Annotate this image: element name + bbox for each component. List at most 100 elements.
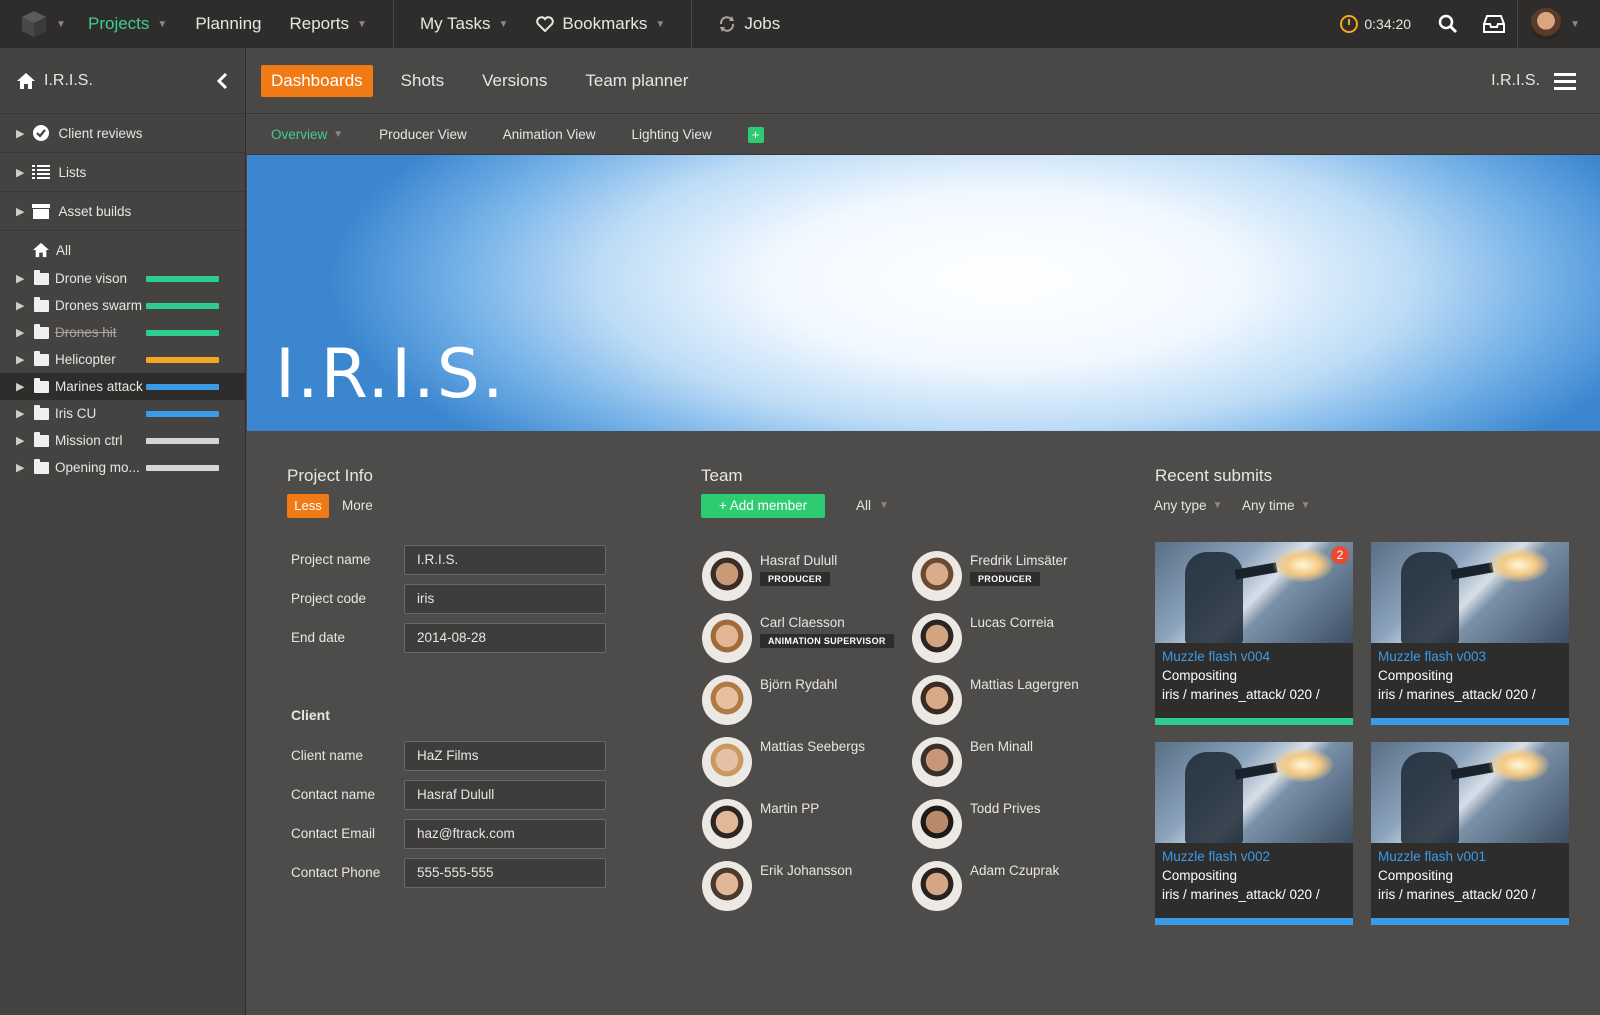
sidebar-tree-item[interactable]: ▶ Drones hit [0,319,245,346]
add-view-button[interactable]: + [747,126,764,143]
member-name: Carl Claesson [760,615,845,630]
tree-root-label: All [56,242,72,258]
team-member[interactable]: Adam Czuprak [912,861,1059,913]
version-task-type: Compositing [1162,668,1238,683]
top-right-tools: 0:34:20 ▼ [1326,0,1600,48]
sidebar-tree-item[interactable]: ▶ Drone vison [0,265,245,292]
recent-submits-title: Recent submits [1155,466,1273,485]
sidebar-tree-item-label: Drone vison [55,271,128,286]
chevron-right-icon: ▶ [16,381,25,393]
hero-project-title: I.R.I.S. [275,335,506,414]
version-thumbnail[interactable] [1371,542,1569,643]
team-member[interactable]: Lucas Correia [912,613,1054,665]
team-member[interactable]: Carl Claesson ANIMATION SUPERVISOR [702,613,894,665]
sidebar-tree-item[interactable]: ▶ Mission ctrl [0,427,245,454]
subtab-animation-view[interactable]: Animation View [503,127,596,142]
sidebar-item-client-reviews[interactable]: ▶ Client reviews [0,114,245,153]
less-button[interactable]: Less [287,494,329,518]
client-field-input[interactable]: HaZ Films [404,741,606,771]
chevron-right-icon: ▶ [16,127,25,140]
nav-jobs[interactable]: Jobs [704,0,794,48]
field-input[interactable]: iris [404,584,606,614]
user-menu[interactable]: ▼ [1517,0,1600,48]
app-logo[interactable]: ▼ [0,0,74,48]
nav-my-tasks[interactable]: My Tasks ▼ [406,0,522,48]
collapse-sidebar-icon[interactable] [215,72,229,90]
version-title-link[interactable]: Muzzle flash v003 [1371,643,1569,664]
sidebar-header: I.R.I.S. [0,48,245,114]
sidebar-tree-item[interactable]: ▶ Iris CU [0,400,245,427]
search-button[interactable] [1425,0,1471,48]
sidebar-tree-item[interactable]: ▶ Opening mo... [0,454,245,481]
team-member[interactable]: Mattias Lagergren [912,675,1079,727]
time-tracker[interactable]: 0:34:20 [1326,15,1425,33]
heart-icon [536,16,555,32]
type-filter-dropdown[interactable]: Any type ▼ [1154,494,1222,518]
folder-icon [34,377,49,393]
member-name: Hasraf Dulull [760,553,838,568]
client-field-input[interactable]: haz@ftrack.com [404,819,606,849]
team-member[interactable]: Ben Minall [912,737,1033,789]
team-member[interactable]: Martin PP [702,799,819,851]
version-title-link[interactable]: Muzzle flash v002 [1155,843,1353,864]
hamburger-menu-icon[interactable] [1554,72,1576,90]
version-card[interactable]: Muzzle flash v002 Compositing iris / marin… [1155,742,1353,925]
sidebar-item-all[interactable]: All [0,235,245,265]
subtab-producer-view[interactable]: Producer View [379,127,467,142]
team-member[interactable]: Mattias Seebergs [702,737,865,789]
version-card[interactable]: 2 Muzzle flash v004 Compositing iris / mari… [1155,542,1353,725]
member-info: Fredrik Limsäter PRODUCER [970,551,1068,603]
version-thumbnail[interactable] [1371,742,1569,843]
version-thumbnail[interactable] [1155,742,1353,843]
nav-bookmarks[interactable]: Bookmarks ▼ [522,0,679,48]
subtab-overview-label: Overview [271,127,328,142]
team-member[interactable]: Fredrik Limsäter PRODUCER [912,551,1068,603]
version-title-link[interactable]: Muzzle flash v004 [1155,643,1353,664]
member-info: Björn Rydahl [760,675,837,727]
version-status-bar [1371,918,1569,925]
home-icon [33,242,49,258]
folder-icon [34,458,49,474]
field-input[interactable]: I.R.I.S. [404,545,606,575]
more-button[interactable]: More [342,494,373,518]
team-member[interactable]: Hasraf Dulull PRODUCER [702,551,837,603]
field-input[interactable]: 2014-08-28 [404,623,606,653]
client-field-input[interactable]: 555-555-555 [404,858,606,888]
inbox-button[interactable] [1471,0,1517,48]
add-member-button[interactable]: + Add member [701,494,825,518]
progress-status-bar [146,275,219,282]
tab-dashboards[interactable]: Dashboards [261,64,373,97]
member-name: Mattias Lagergren [970,677,1079,692]
team-member[interactable]: Björn Rydahl [702,675,837,727]
sidebar-project-title[interactable]: I.R.I.S. [16,72,93,90]
member-info: Lucas Correia [970,613,1054,665]
subtab-overview[interactable]: Overview ▼ [271,127,343,142]
version-card[interactable]: Muzzle flash v001 Compositing iris / marin… [1371,742,1569,925]
version-card[interactable]: Muzzle flash v003 Compositing iris / marin… [1371,542,1569,725]
time-filter-dropdown[interactable]: Any time ▼ [1242,494,1310,518]
tab-versions[interactable]: Versions [472,65,557,97]
chevron-down-icon: ▼ [879,500,889,511]
version-title-link[interactable]: Muzzle flash v001 [1371,843,1569,864]
team-member[interactable]: Erik Johansson [702,861,852,913]
sidebar-item-asset-builds[interactable]: ▶ Asset builds [0,192,245,231]
nav-planning[interactable]: Planning [181,0,275,48]
sidebar-tree-item[interactable]: ▶ Marines attack [0,373,245,400]
sidebar-tree-item[interactable]: ▶ Helicopter [0,346,245,373]
team-member[interactable]: Todd Prives [912,799,1041,851]
nav-projects-label: Projects [88,14,150,33]
nav-reports[interactable]: Reports ▼ [276,0,381,48]
nav-projects[interactable]: Projects ▼ [74,0,181,48]
team-filter-dropdown[interactable]: All ▼ [856,494,889,518]
tab-team-planner[interactable]: Team planner [575,65,698,97]
member-role-badge: ANIMATION SUPERVISOR [760,634,894,648]
tab-shots[interactable]: Shots [391,65,454,97]
sidebar-tree-item[interactable]: ▶ Drones swarm [0,292,245,319]
client-field-input[interactable]: Hasraf Dulull [404,780,606,810]
sidebar-item-lists[interactable]: ▶ Lists [0,153,245,192]
folder-icon [34,323,49,339]
subtab-lighting-view[interactable]: Lighting View [632,127,712,142]
user-avatar [1530,8,1563,40]
version-thumbnail[interactable]: 2 [1155,542,1353,643]
member-name: Erik Johansson [760,863,853,878]
